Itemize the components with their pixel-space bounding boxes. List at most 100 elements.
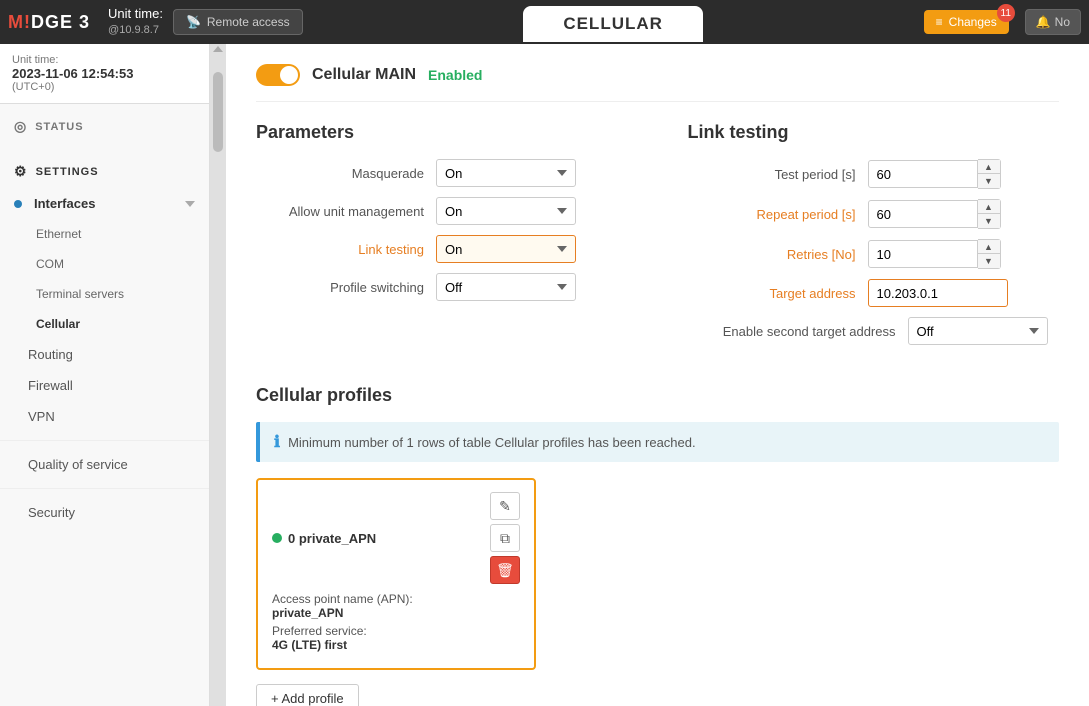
unit-timezone: (UTC+0) xyxy=(12,81,197,93)
profile-switching-select-wrapper: Off On xyxy=(436,273,576,301)
target-address-input[interactable]: 10.203.0.1 xyxy=(868,279,1008,307)
cellular-main-toggle[interactable] xyxy=(256,64,300,86)
repeat-period-input[interactable]: 60 xyxy=(868,200,978,228)
retries-label: Retries [No] xyxy=(688,247,868,262)
topbar: M!DGE 3 Unit time: @10.9.8.7 📡 Remote ac… xyxy=(0,0,1089,44)
scroll-thumb[interactable] xyxy=(213,72,223,152)
cellular-main-label: Cellular MAIN xyxy=(312,66,416,84)
notification-button[interactable]: 🔔 No xyxy=(1025,9,1081,35)
test-period-up[interactable]: ▲ xyxy=(978,160,1000,174)
test-period-down[interactable]: ▼ xyxy=(978,174,1000,188)
info-icon: ℹ xyxy=(274,432,280,452)
masquerade-select-wrapper: On Off xyxy=(436,159,576,187)
info-banner: ℹ Minimum number of 1 rows of table Cell… xyxy=(256,422,1059,462)
profile-switching-select[interactable]: Off On xyxy=(436,273,576,301)
copy-profile-button[interactable]: ⧉ xyxy=(490,524,520,552)
delete-profile-button[interactable]: 🗑 xyxy=(490,556,520,584)
sidebar-item-vpn[interactable]: VPN xyxy=(0,401,209,432)
content-area: Cellular MAIN Enabled Parameters Masquer… xyxy=(226,44,1089,706)
sidebar-item-terminal-servers[interactable]: Terminal servers xyxy=(0,279,209,309)
status-icon: ◎ xyxy=(14,118,27,135)
profile-switching-label: Profile switching xyxy=(256,280,436,295)
sidebar-scrollbar[interactable] xyxy=(210,44,226,706)
sidebar-item-security[interactable]: Security xyxy=(0,497,209,528)
sidebar-section-status: ◎ STATUS xyxy=(0,104,209,149)
profile-status-dot xyxy=(272,533,282,543)
edit-profile-button[interactable]: ✎ xyxy=(490,492,520,520)
second-target-select[interactable]: Off On xyxy=(908,317,1048,345)
changes-button[interactable]: ≡ Changes 11 xyxy=(924,10,1009,34)
interfaces-label: Interfaces xyxy=(34,196,95,211)
cellular-profiles-section: Cellular profiles ℹ Minimum number of 1 … xyxy=(256,385,1059,706)
unit-time-value: 2023-11-06 12:54:53 xyxy=(12,66,197,81)
unit-time-label: Unit time: xyxy=(12,54,197,66)
main-layout: Unit time: 2023-11-06 12:54:53 (UTC+0) ◎… xyxy=(0,44,1089,706)
service-detail: Preferred service: 4G (LTE) first xyxy=(272,624,520,652)
second-target-select-wrapper: Off On xyxy=(908,317,1048,345)
retries-up[interactable]: ▲ xyxy=(978,240,1000,254)
sidebar-item-interfaces[interactable]: Interfaces xyxy=(0,188,209,219)
sidebar-item-firewall[interactable]: Firewall xyxy=(0,370,209,401)
profile-header: 0 private_APN ✎ ⧉ 🗑 xyxy=(272,492,520,584)
sidebar-item-routing[interactable]: Routing xyxy=(0,339,209,370)
toggle-knob xyxy=(280,66,298,84)
target-address-row: Target address 10.203.0.1 xyxy=(688,279,1060,307)
masquerade-select[interactable]: On Off xyxy=(436,159,576,187)
sidebar-item-com[interactable]: COM xyxy=(0,249,209,279)
allow-unit-mgmt-select-wrapper: On Off xyxy=(436,197,576,225)
remote-access-button[interactable]: 📡 Remote access xyxy=(173,9,303,35)
changes-label: Changes xyxy=(949,15,997,29)
cellular-main-header: Cellular MAIN Enabled xyxy=(256,64,1059,102)
logo: M!DGE 3 xyxy=(0,12,98,33)
changes-badge: 11 xyxy=(997,4,1015,22)
sidebar-item-cellular[interactable]: Cellular xyxy=(0,309,209,339)
test-period-input[interactable]: 60 xyxy=(868,160,978,188)
second-target-label: Enable second target address xyxy=(688,324,908,339)
masquerade-label: Masquerade xyxy=(256,166,436,181)
test-period-spinner: 60 ▲ ▼ xyxy=(868,159,1001,189)
remote-access-icon: 📡 xyxy=(186,15,201,29)
allow-unit-mgmt-row: Allow unit management On Off xyxy=(256,197,628,225)
apn-detail: Access point name (APN): private_APN xyxy=(272,592,520,620)
repeat-period-up[interactable]: ▲ xyxy=(978,200,1000,214)
masquerade-row: Masquerade On Off xyxy=(256,159,628,187)
repeat-period-label: Repeat period [s] xyxy=(688,207,868,222)
sidebar: Unit time: 2023-11-06 12:54:53 (UTC+0) ◎… xyxy=(0,44,210,706)
second-target-row: Enable second target address Off On xyxy=(688,317,1060,345)
cellular-main-enabled: Enabled xyxy=(428,67,482,83)
link-testing-col: Link testing Test period [s] 60 ▲ ▼ Repe… xyxy=(688,122,1060,355)
apn-label: Access point name (APN): xyxy=(272,592,413,606)
allow-unit-mgmt-select[interactable]: On Off xyxy=(436,197,576,225)
apn-value: private_APN xyxy=(272,606,343,620)
repeat-period-spinner: 60 ▲ ▼ xyxy=(868,199,1001,229)
notif-label: No xyxy=(1055,15,1070,29)
profile-switching-row: Profile switching Off On xyxy=(256,273,628,301)
cellular-tab-label: CELLULAR xyxy=(563,14,663,33)
sidebar-item-settings[interactable]: ⚙ SETTINGS xyxy=(0,155,209,188)
profile-card: 0 private_APN ✎ ⧉ 🗑 Access point name (A… xyxy=(256,478,536,670)
sidebar-item-status[interactable]: ◎ STATUS xyxy=(0,110,209,143)
profile-name-text: 0 private_APN xyxy=(288,531,376,546)
cellular-tab[interactable]: CELLULAR xyxy=(523,6,703,42)
repeat-period-down[interactable]: ▼ xyxy=(978,214,1000,228)
bell-icon: 🔔 xyxy=(1036,15,1051,29)
link-testing-label: Link testing xyxy=(256,242,436,257)
card-actions: ✎ ⧉ 🗑 xyxy=(490,492,520,584)
parameters-linktesting-section: Parameters Masquerade On Off Allow unit … xyxy=(256,122,1059,355)
add-profile-button[interactable]: + Add profile xyxy=(256,684,359,706)
retries-down[interactable]: ▼ xyxy=(978,254,1000,268)
retries-spinner-buttons: ▲ ▼ xyxy=(978,239,1001,269)
settings-label: SETTINGS xyxy=(36,166,99,178)
retries-input[interactable]: 10 xyxy=(868,240,978,268)
cellular-profiles-title: Cellular profiles xyxy=(256,385,1059,406)
sidebar-item-qos[interactable]: Quality of service xyxy=(0,449,209,480)
link-testing-select[interactable]: On Off xyxy=(436,235,576,263)
scroll-up-arrow[interactable] xyxy=(213,46,223,52)
interfaces-dot xyxy=(14,200,22,208)
link-testing-select-wrapper: On Off xyxy=(436,235,576,263)
sidebar-item-ethernet[interactable]: Ethernet xyxy=(0,219,209,249)
toggle-background[interactable] xyxy=(256,64,300,86)
device-ip: @10.9.8.7 xyxy=(108,23,163,37)
test-period-row: Test period [s] 60 ▲ ▼ xyxy=(688,159,1060,189)
allow-unit-mgmt-label: Allow unit management xyxy=(256,204,436,219)
